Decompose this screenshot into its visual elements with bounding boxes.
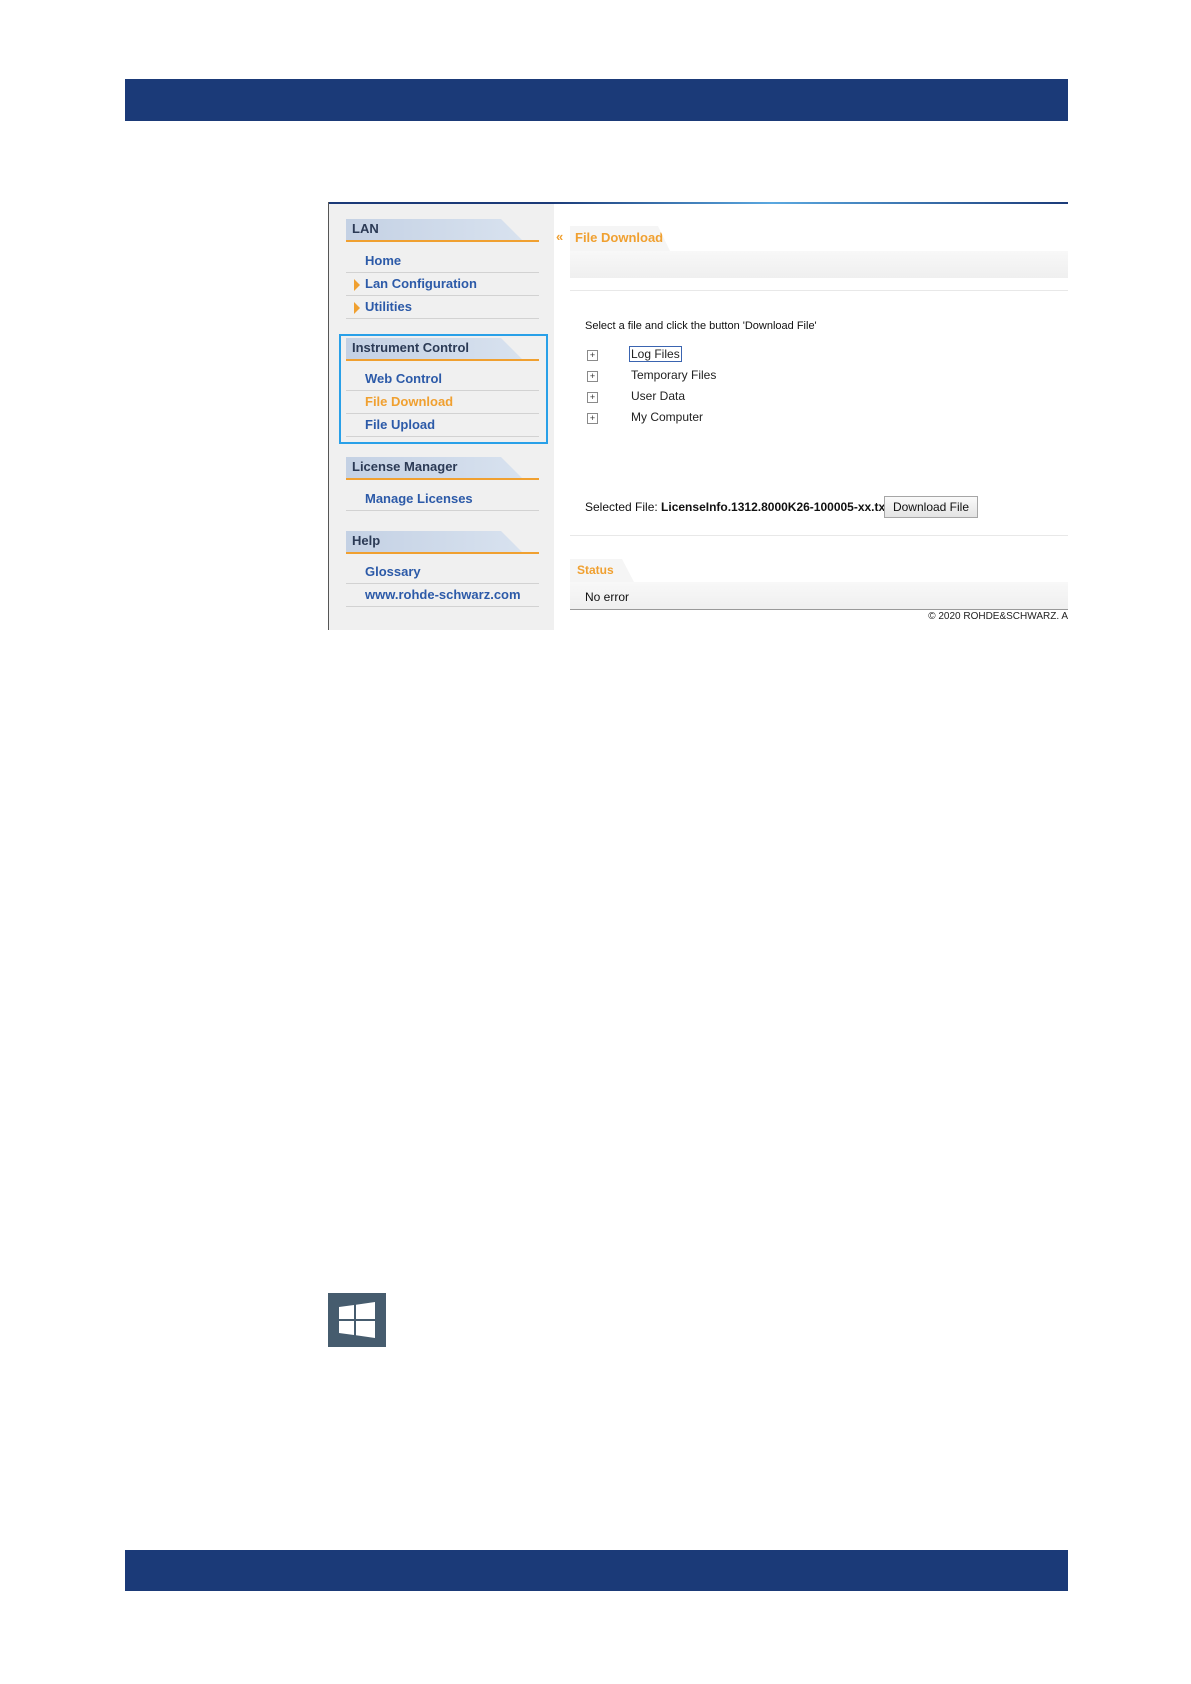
divider xyxy=(570,535,1068,536)
sidebar-group-title: Help xyxy=(352,533,381,548)
instrument-control-highlight xyxy=(339,334,548,444)
sidebar-item-label: Manage Licenses xyxy=(365,491,473,506)
sidebar-group-help: Help xyxy=(346,531,539,554)
sidebar-item-utilities[interactable]: Utilities xyxy=(346,296,539,319)
selected-file-label: Selected File: xyxy=(585,500,658,514)
sidebar-group-lan: LAN xyxy=(346,219,539,242)
sidebar-item-lan-configuration[interactable]: Lan Configuration xyxy=(346,273,539,296)
status-title: Status xyxy=(577,563,614,577)
tree-item-label: User Data xyxy=(631,389,686,403)
status-value: No error xyxy=(585,590,630,604)
sidebar-item-glossary[interactable]: Glossary xyxy=(346,561,539,584)
sidebar-item-manage-licenses[interactable]: Manage Licenses xyxy=(346,488,539,511)
tree-item-log-files[interactable]: + Log Files xyxy=(587,346,887,364)
page-title: File Download xyxy=(575,230,664,245)
selected-file-line: Selected File: LicenseInfo.1312.8000K26-… xyxy=(585,500,889,514)
windows-icon xyxy=(328,1293,386,1347)
page-title-tab: File Download xyxy=(570,226,670,251)
expand-plus-icon[interactable]: + xyxy=(587,350,598,361)
sidebar-group-title: License Manager xyxy=(352,459,458,474)
title-band xyxy=(570,251,1068,278)
sidebar-item-label: Utilities xyxy=(365,299,412,314)
sidebar: LAN Home Lan Configuration Utilities Ins… xyxy=(329,204,554,630)
download-file-button[interactable]: Download File xyxy=(884,496,978,518)
tree-item-temporary-files[interactable]: + Temporary Files xyxy=(587,367,887,385)
page-footer-bar xyxy=(125,1550,1068,1591)
sidebar-item-label: Lan Configuration xyxy=(365,276,477,291)
selected-file-name: LicenseInfo.1312.8000K26-100005-xx.txt xyxy=(661,500,890,514)
tree-item-label: Log Files xyxy=(629,346,682,362)
status-band: No error xyxy=(570,582,1068,610)
collapse-sidebar-icon[interactable]: « xyxy=(556,230,566,244)
sidebar-group-title: LAN xyxy=(352,221,379,236)
tree-item-user-data[interactable]: + User Data xyxy=(587,388,887,406)
expand-arrow-icon xyxy=(354,302,360,314)
expand-arrow-icon xyxy=(354,279,360,291)
divider xyxy=(570,290,1068,291)
tree-item-my-computer[interactable]: + My Computer xyxy=(587,409,887,427)
page-header-bar xyxy=(125,79,1068,121)
sidebar-item-label: Glossary xyxy=(365,564,421,579)
tree-item-label: Temporary Files xyxy=(631,368,717,382)
expand-plus-icon[interactable]: + xyxy=(587,392,598,403)
main-content: « File Download Select a file and click … xyxy=(554,204,1068,630)
tree-item-label: My Computer xyxy=(631,410,704,424)
web-ui-screenshot: LAN Home Lan Configuration Utilities Ins… xyxy=(328,202,1068,630)
copyright-text: © 2020 ROHDE&SCHWARZ. A xyxy=(928,611,1068,622)
instruction-text: Select a file and click the button 'Down… xyxy=(585,320,817,332)
sidebar-group-license-manager: License Manager xyxy=(346,457,539,480)
sidebar-item-rohde-schwarz-link[interactable]: www.rohde-schwarz.com xyxy=(346,584,539,607)
sidebar-item-label: www.rohde-schwarz.com xyxy=(365,587,521,602)
expand-plus-icon[interactable]: + xyxy=(587,371,598,382)
expand-plus-icon[interactable]: + xyxy=(587,413,598,424)
sidebar-item-label: Home xyxy=(365,253,402,268)
sidebar-item-home[interactable]: Home xyxy=(346,250,539,273)
status-tab: Status xyxy=(570,559,634,582)
